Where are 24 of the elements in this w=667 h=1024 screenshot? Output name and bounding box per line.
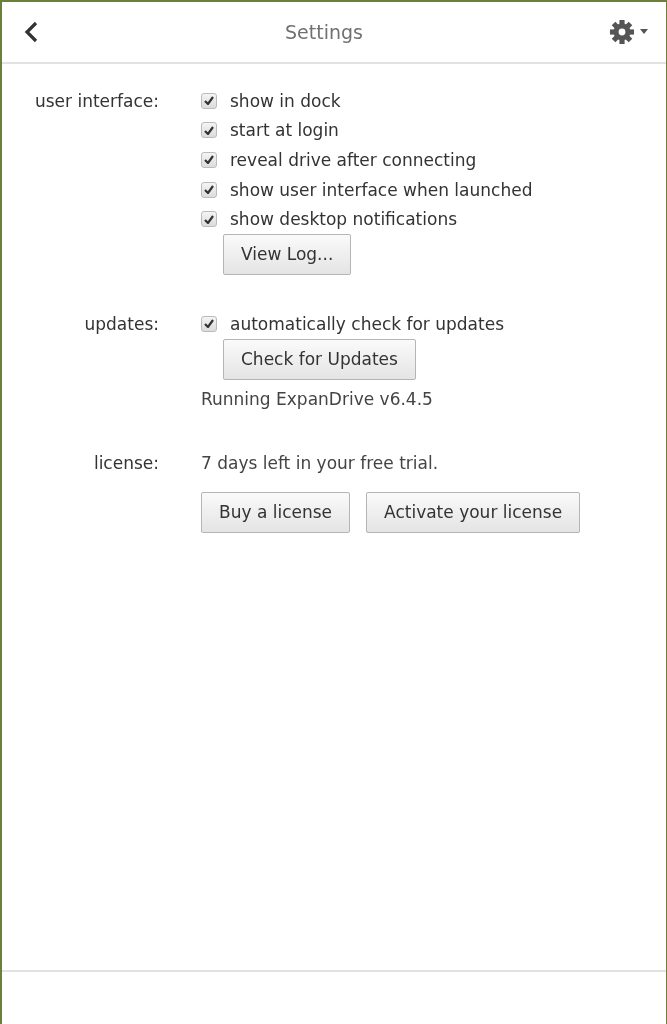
checkbox-label: show in dock [230, 90, 341, 111]
gear-menu-icon[interactable] [610, 19, 650, 45]
info-text: 7 days left in your free trial. [201, 451, 440, 475]
section-label: updates: [83, 312, 159, 336]
action-button[interactable]: Buy a license [201, 491, 351, 533]
checkbox[interactable] [201, 92, 217, 109]
window-title: Settings [285, 21, 363, 43]
checkbox[interactable] [201, 122, 217, 139]
info-text: Running ExpanDrive v6.4.5 [201, 387, 434, 411]
section-label: license: [92, 451, 159, 475]
checkbox[interactable] [201, 181, 217, 198]
checkbox-label: reveal drive after connecting [230, 150, 477, 170]
back-icon[interactable] [24, 21, 38, 43]
checkbox[interactable] [201, 152, 217, 168]
checkbox-label: show desktop notifications [230, 209, 457, 230]
checkbox[interactable] [201, 315, 217, 332]
section-label: user interface: [33, 90, 159, 113]
checkbox[interactable] [201, 211, 217, 228]
action-button[interactable]: Check for Updates [223, 338, 416, 380]
checkbox-label: automatically check for updates [230, 313, 504, 334]
action-button[interactable]: View Log... [223, 233, 352, 275]
checkbox-label: show user interface when launched [230, 179, 533, 200]
action-button[interactable]: Activate your license [366, 491, 581, 533]
checkbox-label: start at login [230, 120, 339, 141]
